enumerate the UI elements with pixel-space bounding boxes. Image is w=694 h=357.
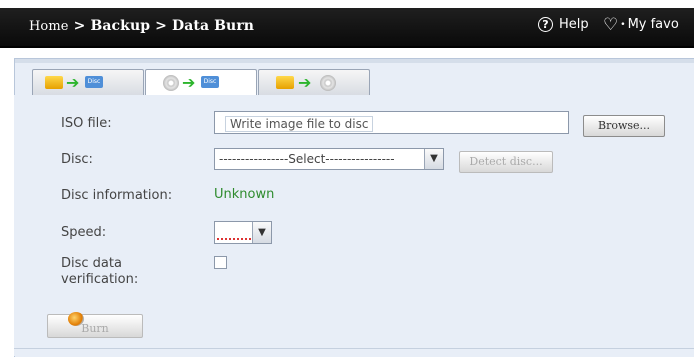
disc-icon [163,75,179,91]
arrow-right-icon: ➔ [66,73,80,92]
empty-value-indicator [217,235,251,240]
top-bar: Home > Backup > Data Burn ? Help ♡ • My favo [0,8,694,48]
burn-button-label: Burn [81,322,109,335]
breadcrumb-separator: > [73,18,86,34]
breadcrumb-home[interactable]: Home [29,19,69,34]
arrow-right-icon: ➔ [298,73,312,92]
divider [14,348,694,349]
tab-data-to-disc[interactable]: ➔ [258,69,370,96]
verification-label-line2: verification: [61,272,139,287]
disc-icon [320,75,336,91]
disc-label: Disc: [61,152,93,167]
arrow-right-icon: ➔ [182,73,196,92]
disc-icon: Disc [85,76,103,88]
help-icon: ? [538,17,553,32]
disc-select-value: ----------------Select---------------- [219,152,395,166]
disc-information-value: Unknown [214,187,275,202]
help-link[interactable]: ? Help [538,17,589,32]
disc-information-label: Disc information: [61,188,173,203]
help-label: Help [559,17,589,32]
verification-checkbox[interactable] [214,256,227,269]
browse-button[interactable]: Browse... [583,115,665,137]
tab-disc-to-disc[interactable]: ➔ Disc [145,69,257,96]
iso-file-placeholder: Write image file to disc [225,116,374,132]
speed-select[interactable]: ▼ [214,221,272,244]
verification-label: Disc data verification: [61,256,138,288]
tab-image-to-disc[interactable]: ➔ Disc [32,69,144,96]
breadcrumb-current: Data Burn [171,18,255,34]
iso-file-input[interactable]: Write image file to disc [214,111,569,134]
breadcrumb: Home > Backup > Data Burn [29,18,254,34]
favorite-label: My favo [627,17,679,32]
disc-icon: Disc [201,76,219,88]
iso-file-label: ISO file: [61,116,112,131]
disc-select[interactable]: ----------------Select---------------- ▼ [214,148,444,170]
verification-label-line1: Disc data [61,256,122,271]
heart-icon: ♡ [603,14,619,35]
breadcrumb-backup[interactable]: Backup [90,18,150,34]
breadcrumb-separator: > [155,18,167,34]
chevron-down-icon: ▼ [424,149,443,169]
folder-icon [45,76,63,89]
chevron-down-icon: ▼ [252,222,271,243]
folder-icon [276,76,294,89]
favorite-link[interactable]: ♡ • My favo [603,14,679,35]
burn-button[interactable]: Burn [47,312,143,338]
detect-disc-button[interactable]: Detect disc... [459,151,553,173]
speed-label: Speed: [61,225,107,240]
